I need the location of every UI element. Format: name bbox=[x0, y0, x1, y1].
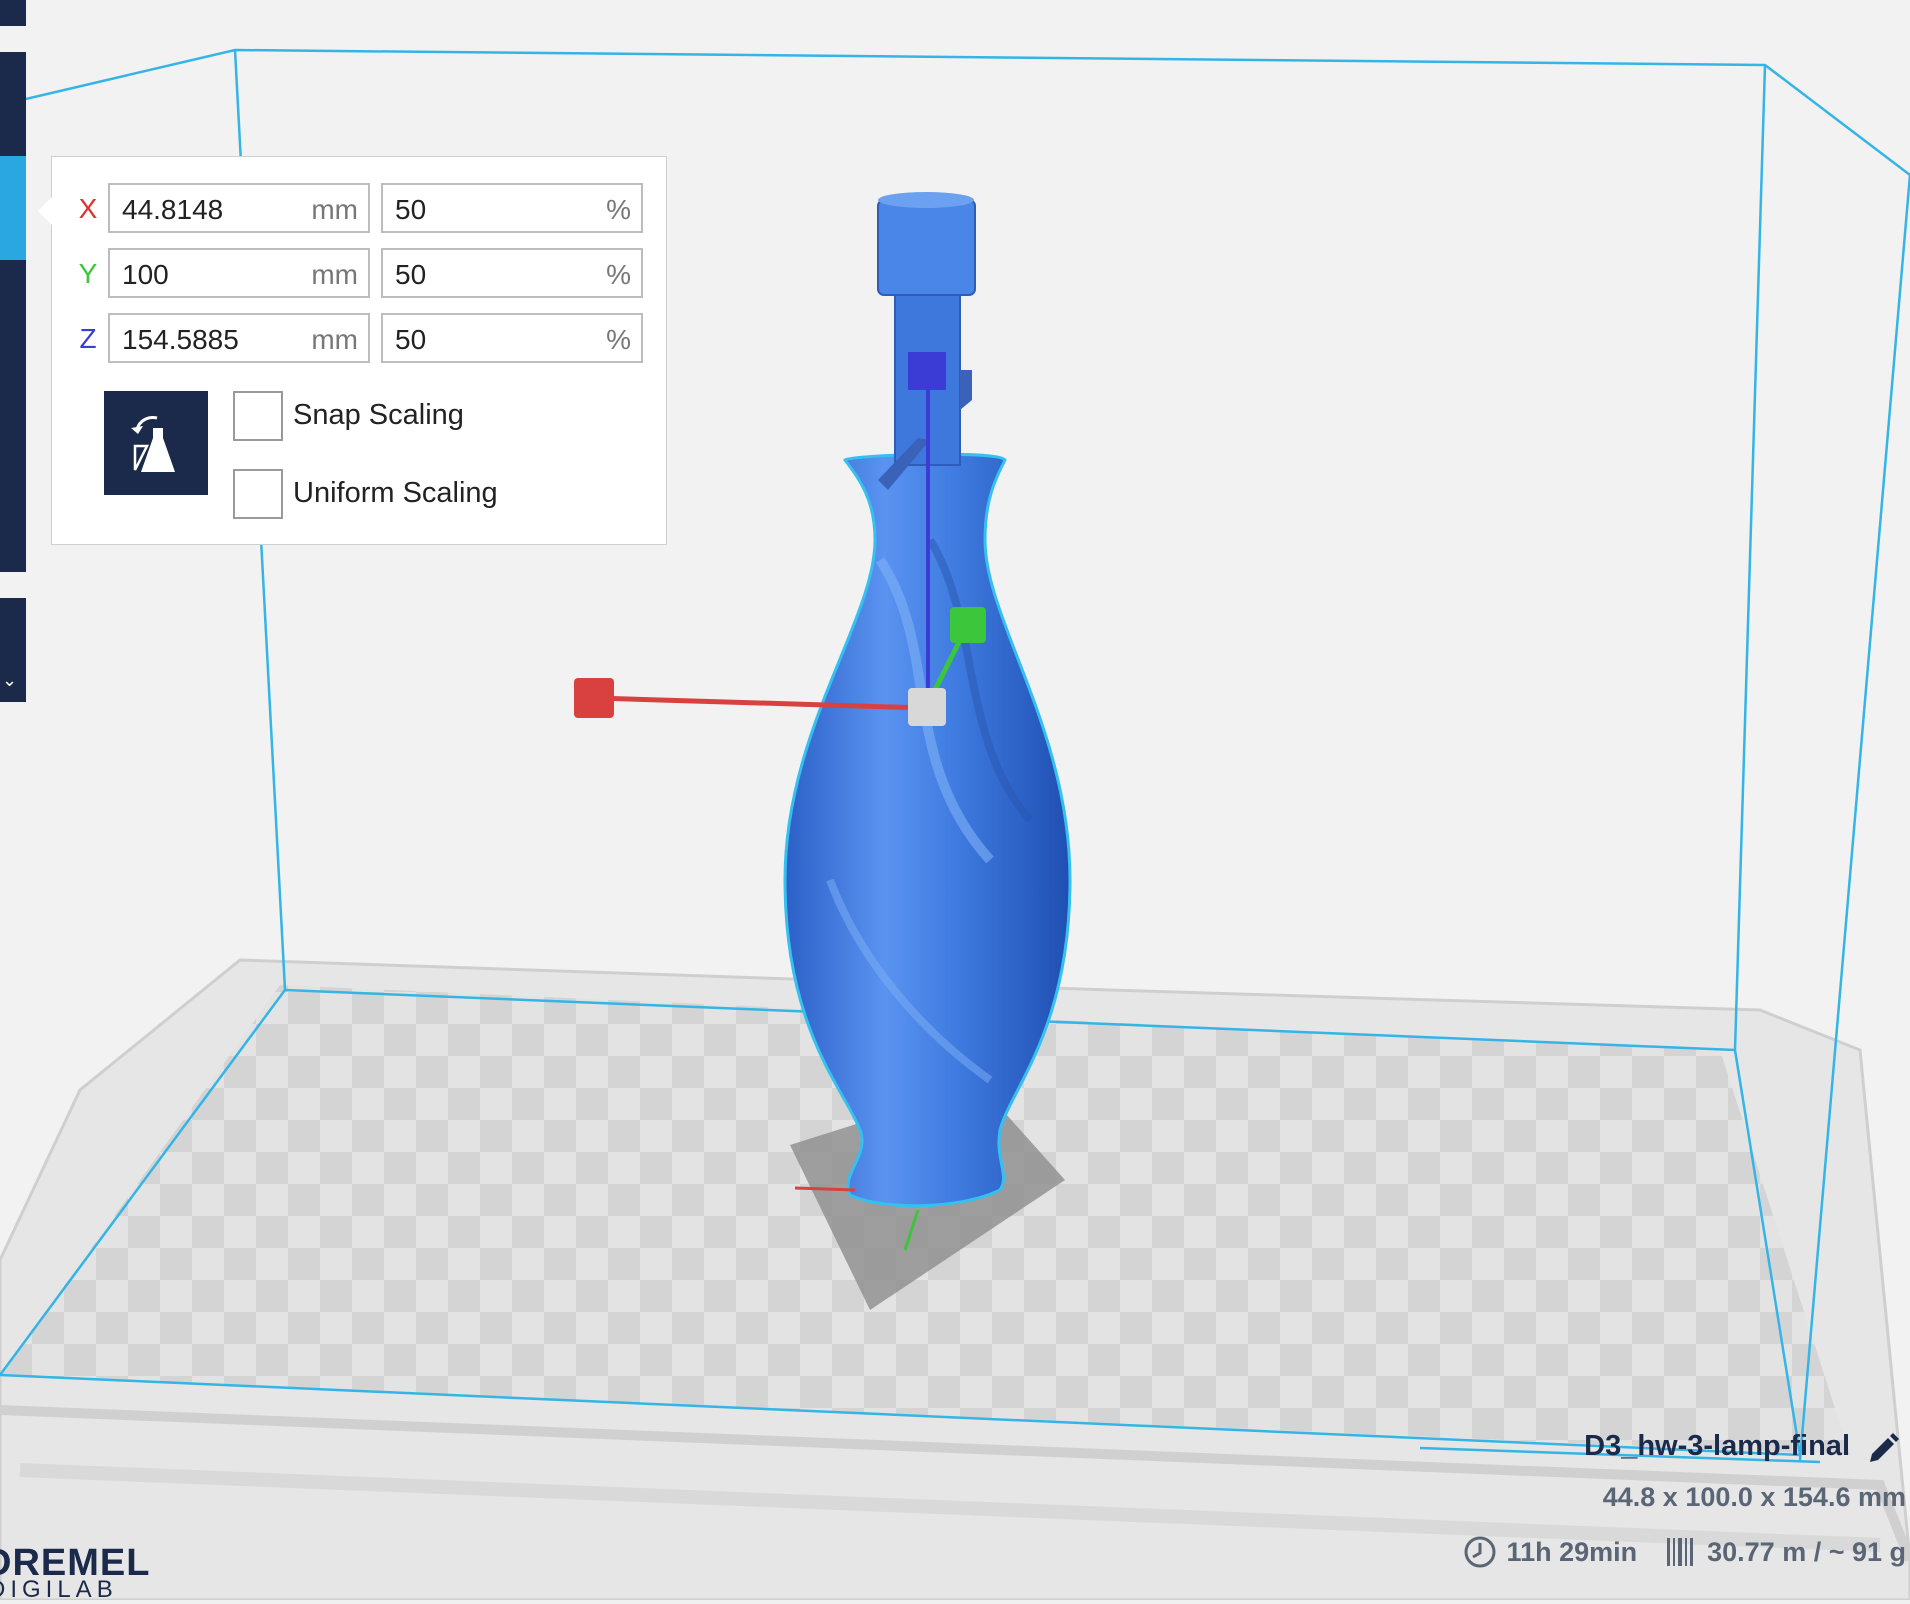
pencil-icon[interactable] bbox=[1866, 1432, 1900, 1466]
z-mm-value: 154.5885 bbox=[122, 324, 239, 355]
x-percent-value: 50 bbox=[395, 194, 427, 225]
z-percent-unit: % bbox=[606, 324, 631, 355]
y-row: Y 100 mm 50 % bbox=[52, 248, 668, 298]
uniform-scaling-label: Uniform Scaling bbox=[293, 477, 498, 509]
toolbar-dropdown[interactable]: ⌄ bbox=[0, 598, 26, 702]
x-mm-input[interactable]: 44.8148 mm bbox=[108, 183, 370, 233]
y-mm-input[interactable]: 100 mm bbox=[108, 248, 370, 298]
x-mm-value: 44.8148 bbox=[122, 194, 224, 225]
model-info: D3_hw-3-lamp-final 44.8 x 100.0 x 154.6 … bbox=[1310, 1430, 1910, 1600]
filament-spool-icon bbox=[1667, 1538, 1694, 1566]
brand-logo: DREMEL DIGILAB bbox=[0, 1540, 190, 1603]
y-percent-input[interactable]: 50 % bbox=[381, 248, 643, 298]
x-axis-label: X bbox=[78, 193, 98, 224]
x-mm-unit: mm bbox=[311, 194, 358, 225]
z-axis-label: Z bbox=[79, 323, 97, 354]
y-mm-unit: mm bbox=[311, 259, 358, 290]
y-scale-handle[interactable] bbox=[950, 607, 986, 643]
y-percent-unit: % bbox=[606, 259, 631, 290]
snap-scaling-checkbox[interactable] bbox=[233, 391, 283, 441]
uniform-scale-handle[interactable] bbox=[908, 688, 946, 726]
scale-panel: X 44.8148 mm 50 % Y 100 mm 50 % Z 154.58… bbox=[38, 156, 668, 545]
z-row: Z 154.5885 mm 50 % bbox=[52, 313, 668, 363]
print-stats: 11h 29min 30.77 m / ~ 91 g bbox=[1463, 1534, 1906, 1570]
y-mm-value: 100 bbox=[122, 259, 169, 290]
z-mm-input[interactable]: 154.5885 mm bbox=[108, 313, 370, 363]
panel-pointer bbox=[38, 197, 52, 225]
y-percent-value: 50 bbox=[395, 259, 427, 290]
z-mm-unit: mm bbox=[311, 324, 358, 355]
x-percent-unit: % bbox=[606, 194, 631, 225]
x-row: X 44.8148 mm 50 % bbox=[52, 183, 668, 233]
x-scale-handle[interactable] bbox=[574, 678, 614, 718]
uniform-scaling-checkbox[interactable] bbox=[233, 469, 283, 519]
print-time: 11h 29min bbox=[1506, 1536, 1638, 1567]
reset-scale-icon bbox=[131, 416, 175, 472]
material-usage: 30.77 m / ~ 91 g bbox=[1707, 1536, 1906, 1567]
toolbar-button-move[interactable] bbox=[0, 52, 26, 156]
model-name: D3_hw-3-lamp-final bbox=[1584, 1430, 1850, 1462]
toolbar-button-rotate[interactable] bbox=[0, 260, 26, 572]
x-percent-input[interactable]: 50 % bbox=[381, 183, 643, 233]
z-percent-input[interactable]: 50 % bbox=[381, 313, 643, 363]
y-axis-label: Y bbox=[78, 258, 98, 289]
toolbar-button-scale[interactable] bbox=[0, 156, 26, 260]
chevron-down-icon: ⌄ bbox=[2, 670, 18, 690]
clock-icon bbox=[1464, 1536, 1496, 1568]
reset-scale-button[interactable] bbox=[104, 391, 208, 495]
z-percent-value: 50 bbox=[395, 324, 427, 355]
snap-scaling-label: Snap Scaling bbox=[293, 399, 464, 431]
toolbar-segment[interactable] bbox=[0, 0, 26, 26]
model-dimensions: 44.8 x 100.0 x 154.6 mm bbox=[1602, 1482, 1906, 1512]
z-scale-handle[interactable] bbox=[908, 352, 946, 390]
